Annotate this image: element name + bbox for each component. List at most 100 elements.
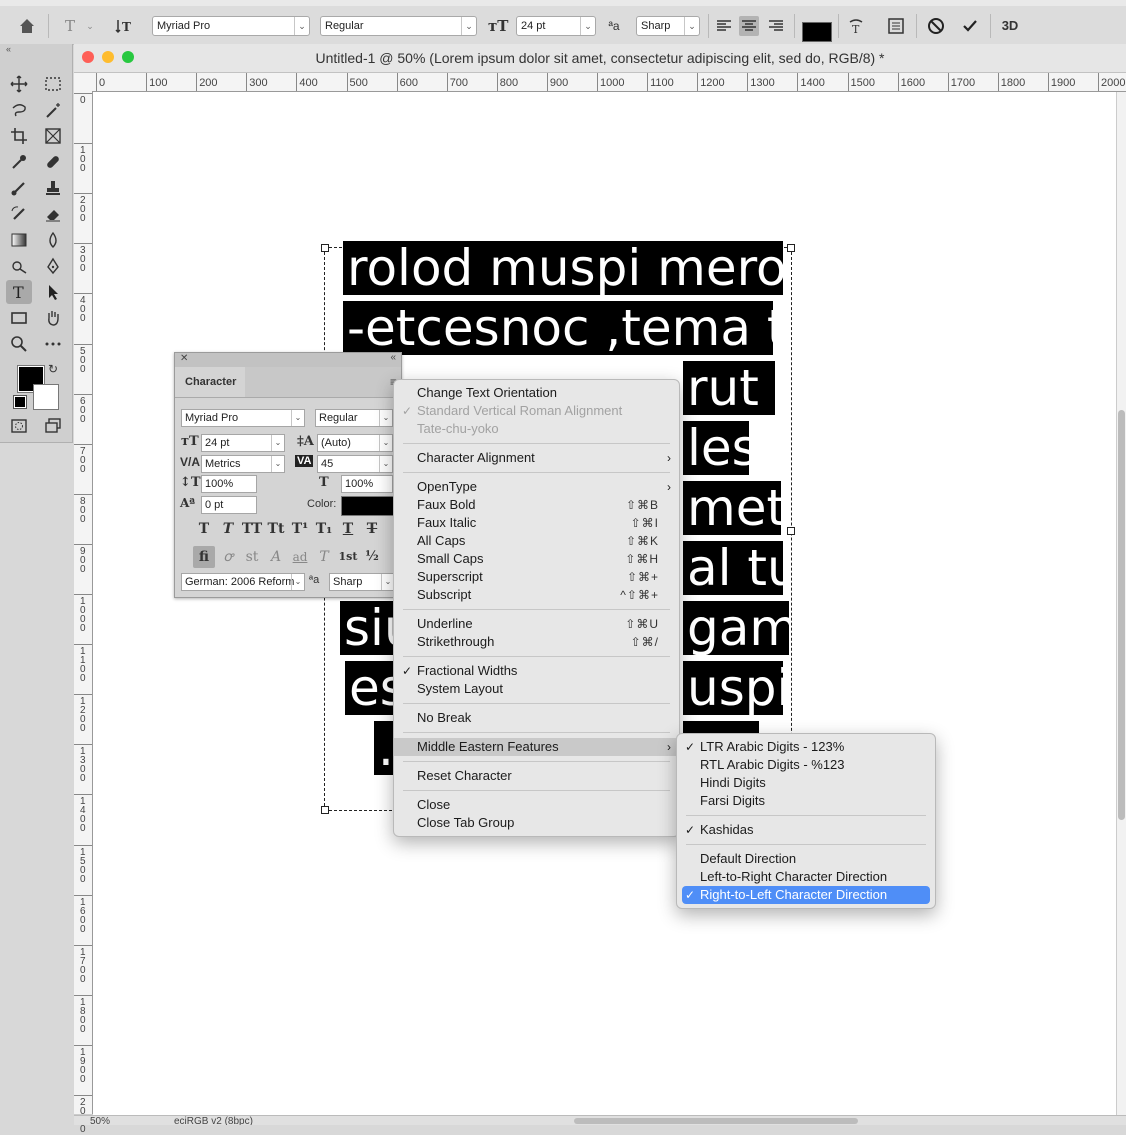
resize-handle[interactable] [321, 244, 329, 252]
font-family-select[interactable]: Myriad Pro ⌄ [181, 409, 305, 427]
text-line[interactable]: es [345, 661, 400, 715]
eyedropper-tool-icon[interactable] [6, 150, 32, 174]
horizontal-ruler[interactable]: 0 100 200 300 400 500 600 700 800 900 1000 1100 1200… [94, 73, 1126, 92]
collapse-icon[interactable]: « [390, 352, 396, 363]
collapse-icon[interactable]: « [6, 44, 11, 54]
default-colors-icon[interactable] [13, 395, 27, 409]
type-tool-icon[interactable]: T [6, 280, 32, 304]
menu-item-underline[interactable]: Underline ⇧⌘U [394, 615, 679, 633]
vertical-ruler[interactable]: 0 100 200 300 400 500 600 700 800 900 1000 1100 1200… [74, 91, 93, 1135]
antialias-select[interactable]: Sharp ⌄ [329, 573, 395, 591]
menu-item-middle-eastern-features[interactable]: Middle Eastern Features › [394, 738, 679, 756]
menu-item-system-layout[interactable]: System Layout [394, 680, 679, 698]
align-left-icon[interactable] [714, 16, 734, 36]
faux-italic-button[interactable]: T [217, 518, 239, 540]
menu-item-close-tab-group[interactable]: Close Tab Group [394, 814, 679, 832]
menu-item-kashidas[interactable]: ✓ Kashidas [677, 821, 935, 839]
font-style-select[interactable]: Regular ⌄ [315, 409, 393, 427]
menu-item-fractional-widths[interactable]: ✓ Fractional Widths [394, 662, 679, 680]
language-select[interactable]: German: 2006 Reform ⌄ [181, 573, 305, 591]
menu-item-faux-bold[interactable]: Faux Bold ⇧⌘B [394, 496, 679, 514]
commit-check-icon[interactable] [960, 16, 980, 36]
text-line[interactable]: les [683, 421, 749, 475]
magic-wand-tool-icon[interactable] [40, 98, 66, 122]
marquee-tool-icon[interactable] [40, 72, 66, 96]
menu-item-change-text-orientation[interactable]: Change Text Orientation [394, 384, 679, 402]
healing-brush-tool-icon[interactable] [40, 150, 66, 174]
text-line[interactable]: rut [683, 361, 775, 415]
toggle-panels-icon[interactable] [886, 16, 906, 36]
text-line[interactable]: al tu [683, 541, 783, 595]
menu-item-subscript[interactable]: Subscript ^⇧⌘+ [394, 586, 679, 604]
dodge-tool-icon[interactable] [6, 254, 32, 278]
more-tools-icon[interactable] [40, 332, 66, 356]
lasso-tool-icon[interactable] [6, 98, 32, 122]
path-selection-tool-icon[interactable] [40, 280, 66, 304]
type-tool-preset-icon[interactable]: T [60, 16, 80, 36]
swap-colors-icon[interactable]: ↻ [48, 362, 58, 376]
superscript-button[interactable]: T¹ [289, 518, 311, 540]
font-size-select[interactable]: 24 pt ⌄ [516, 16, 596, 36]
resize-handle[interactable] [787, 244, 795, 252]
gradient-tool-icon[interactable] [6, 228, 32, 252]
small-caps-button[interactable]: Tt [265, 518, 287, 540]
align-right-icon[interactable] [766, 16, 786, 36]
font-size-select[interactable]: 24 pt ⌄ [201, 434, 285, 452]
ruler-origin[interactable] [74, 73, 95, 92]
menu-item-no-break[interactable]: No Break [394, 709, 679, 727]
tracking-select[interactable]: 45 ⌄ [317, 455, 393, 473]
fractions-button[interactable]: ½ [361, 546, 383, 568]
vertical-scrollbar[interactable] [1117, 92, 1126, 1115]
menu-item-reset-character[interactable]: Reset Character [394, 767, 679, 785]
subscript-button[interactable]: T₁ [313, 518, 335, 540]
text-color-swatch[interactable] [802, 22, 832, 42]
menu-item-close[interactable]: Close [394, 796, 679, 814]
titling-alternates-button[interactable]: T [313, 546, 335, 568]
menu-item-small-caps[interactable]: Small Caps ⇧⌘H [394, 550, 679, 568]
menu-item-right-to-left-character-direction[interactable]: ✓ Right-to-Left Character Direction [682, 886, 930, 904]
zoom-tool-icon[interactable] [6, 332, 32, 356]
menu-item-default-direction[interactable]: Default Direction [677, 850, 935, 868]
text-line[interactable]: gam [683, 601, 789, 655]
resize-handle[interactable] [321, 806, 329, 814]
text-line[interactable]: met [683, 481, 781, 535]
frame-tool-icon[interactable] [40, 124, 66, 148]
menu-item-all-caps[interactable]: All Caps ⇧⌘K [394, 532, 679, 550]
horizontal-scrollbar[interactable] [574, 1118, 858, 1124]
history-brush-tool-icon[interactable] [6, 202, 32, 226]
text-line[interactable]: uspi [683, 661, 783, 715]
underline-button[interactable]: T [337, 518, 359, 540]
blur-tool-icon[interactable] [40, 228, 66, 252]
leading-select[interactable]: (Auto) ⌄ [317, 434, 393, 452]
menu-item-superscript[interactable]: Superscript ⇧⌘+ [394, 568, 679, 586]
menu-item-farsi-digits[interactable]: Farsi Digits [677, 792, 935, 810]
3d-button[interactable]: 3D [1000, 16, 1020, 36]
resize-handle[interactable] [787, 527, 795, 535]
font-style-select[interactable]: Regular ⌄ [320, 16, 477, 36]
menu-item-ltr-arabic-digits-123[interactable]: ✓ LTR Arabic Digits - 123% [677, 738, 935, 756]
horizontal-scale-input[interactable]: 100% [341, 475, 393, 493]
all-caps-button[interactable]: TT [241, 518, 263, 540]
tab-character[interactable]: Character [175, 367, 245, 397]
menu-item-hindi-digits[interactable]: Hindi Digits [677, 774, 935, 792]
antialias-select[interactable]: Sharp ⌄ [636, 16, 700, 36]
text-line[interactable]: siu [340, 601, 400, 655]
font-family-select[interactable]: Myriad Pro ⌄ [152, 16, 310, 36]
menu-item-rtl-arabic-digits-123[interactable]: RTL Arabic Digits - %123 [677, 756, 935, 774]
text-orientation-icon[interactable]: T [114, 16, 134, 36]
baseline-shift-input[interactable]: 0 pt [201, 496, 257, 514]
strikethrough-button[interactable]: T [361, 518, 383, 540]
menu-item-left-to-right-character-direction[interactable]: Left-to-Right Character Direction [677, 868, 935, 886]
chevron-down-icon[interactable]: ⌄ [80, 16, 100, 36]
home-icon[interactable] [17, 16, 37, 36]
crop-tool-icon[interactable] [6, 124, 32, 148]
vertical-scale-input[interactable]: 100% [201, 475, 257, 493]
rectangle-tool-icon[interactable] [6, 306, 32, 330]
ordinals-button[interactable]: 1st [337, 546, 359, 568]
stylistic-alternates-button[interactable]: ad [289, 546, 311, 568]
discretionary-ligatures-button[interactable]: st [241, 546, 263, 568]
text-line[interactable]: rolod muspi meroL [343, 241, 783, 295]
eraser-tool-icon[interactable] [40, 202, 66, 226]
screen-mode-icon[interactable] [40, 414, 66, 438]
close-icon[interactable]: ✕ [180, 353, 188, 364]
